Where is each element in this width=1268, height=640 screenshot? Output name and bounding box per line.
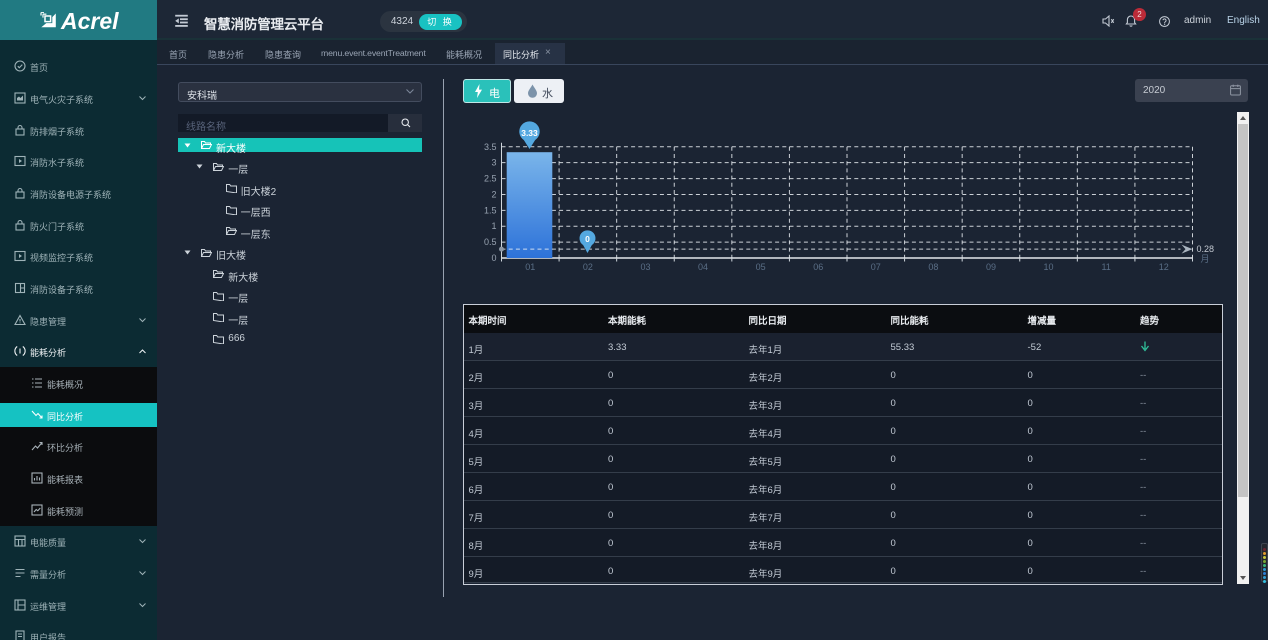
svg-text:2: 2: [491, 189, 496, 199]
svg-text:01: 01: [525, 262, 535, 272]
svg-text:0.5: 0.5: [484, 237, 497, 247]
svg-text:06: 06: [813, 262, 823, 272]
svg-text:09: 09: [986, 262, 996, 272]
svg-text:02: 02: [583, 262, 593, 272]
svg-text:3: 3: [491, 158, 496, 168]
svg-text:3.33: 3.33: [521, 128, 538, 138]
svg-text:0.28: 0.28: [1197, 244, 1215, 254]
svg-text:月: 月: [1201, 254, 1210, 264]
svg-text:08: 08: [928, 262, 938, 272]
svg-text:0: 0: [491, 253, 496, 263]
svg-text:2.5: 2.5: [484, 174, 497, 184]
svg-text:1.5: 1.5: [484, 205, 497, 215]
svg-text:0: 0: [585, 234, 590, 244]
svg-text:3.5: 3.5: [484, 142, 497, 152]
svg-text:05: 05: [756, 262, 766, 272]
svg-text:12: 12: [1159, 262, 1169, 272]
svg-text:11: 11: [1101, 262, 1110, 272]
svg-text:1: 1: [491, 221, 496, 231]
svg-text:07: 07: [871, 262, 881, 272]
svg-text:03: 03: [640, 262, 650, 272]
svg-text:10: 10: [1044, 262, 1054, 272]
svg-text:04: 04: [698, 262, 708, 272]
